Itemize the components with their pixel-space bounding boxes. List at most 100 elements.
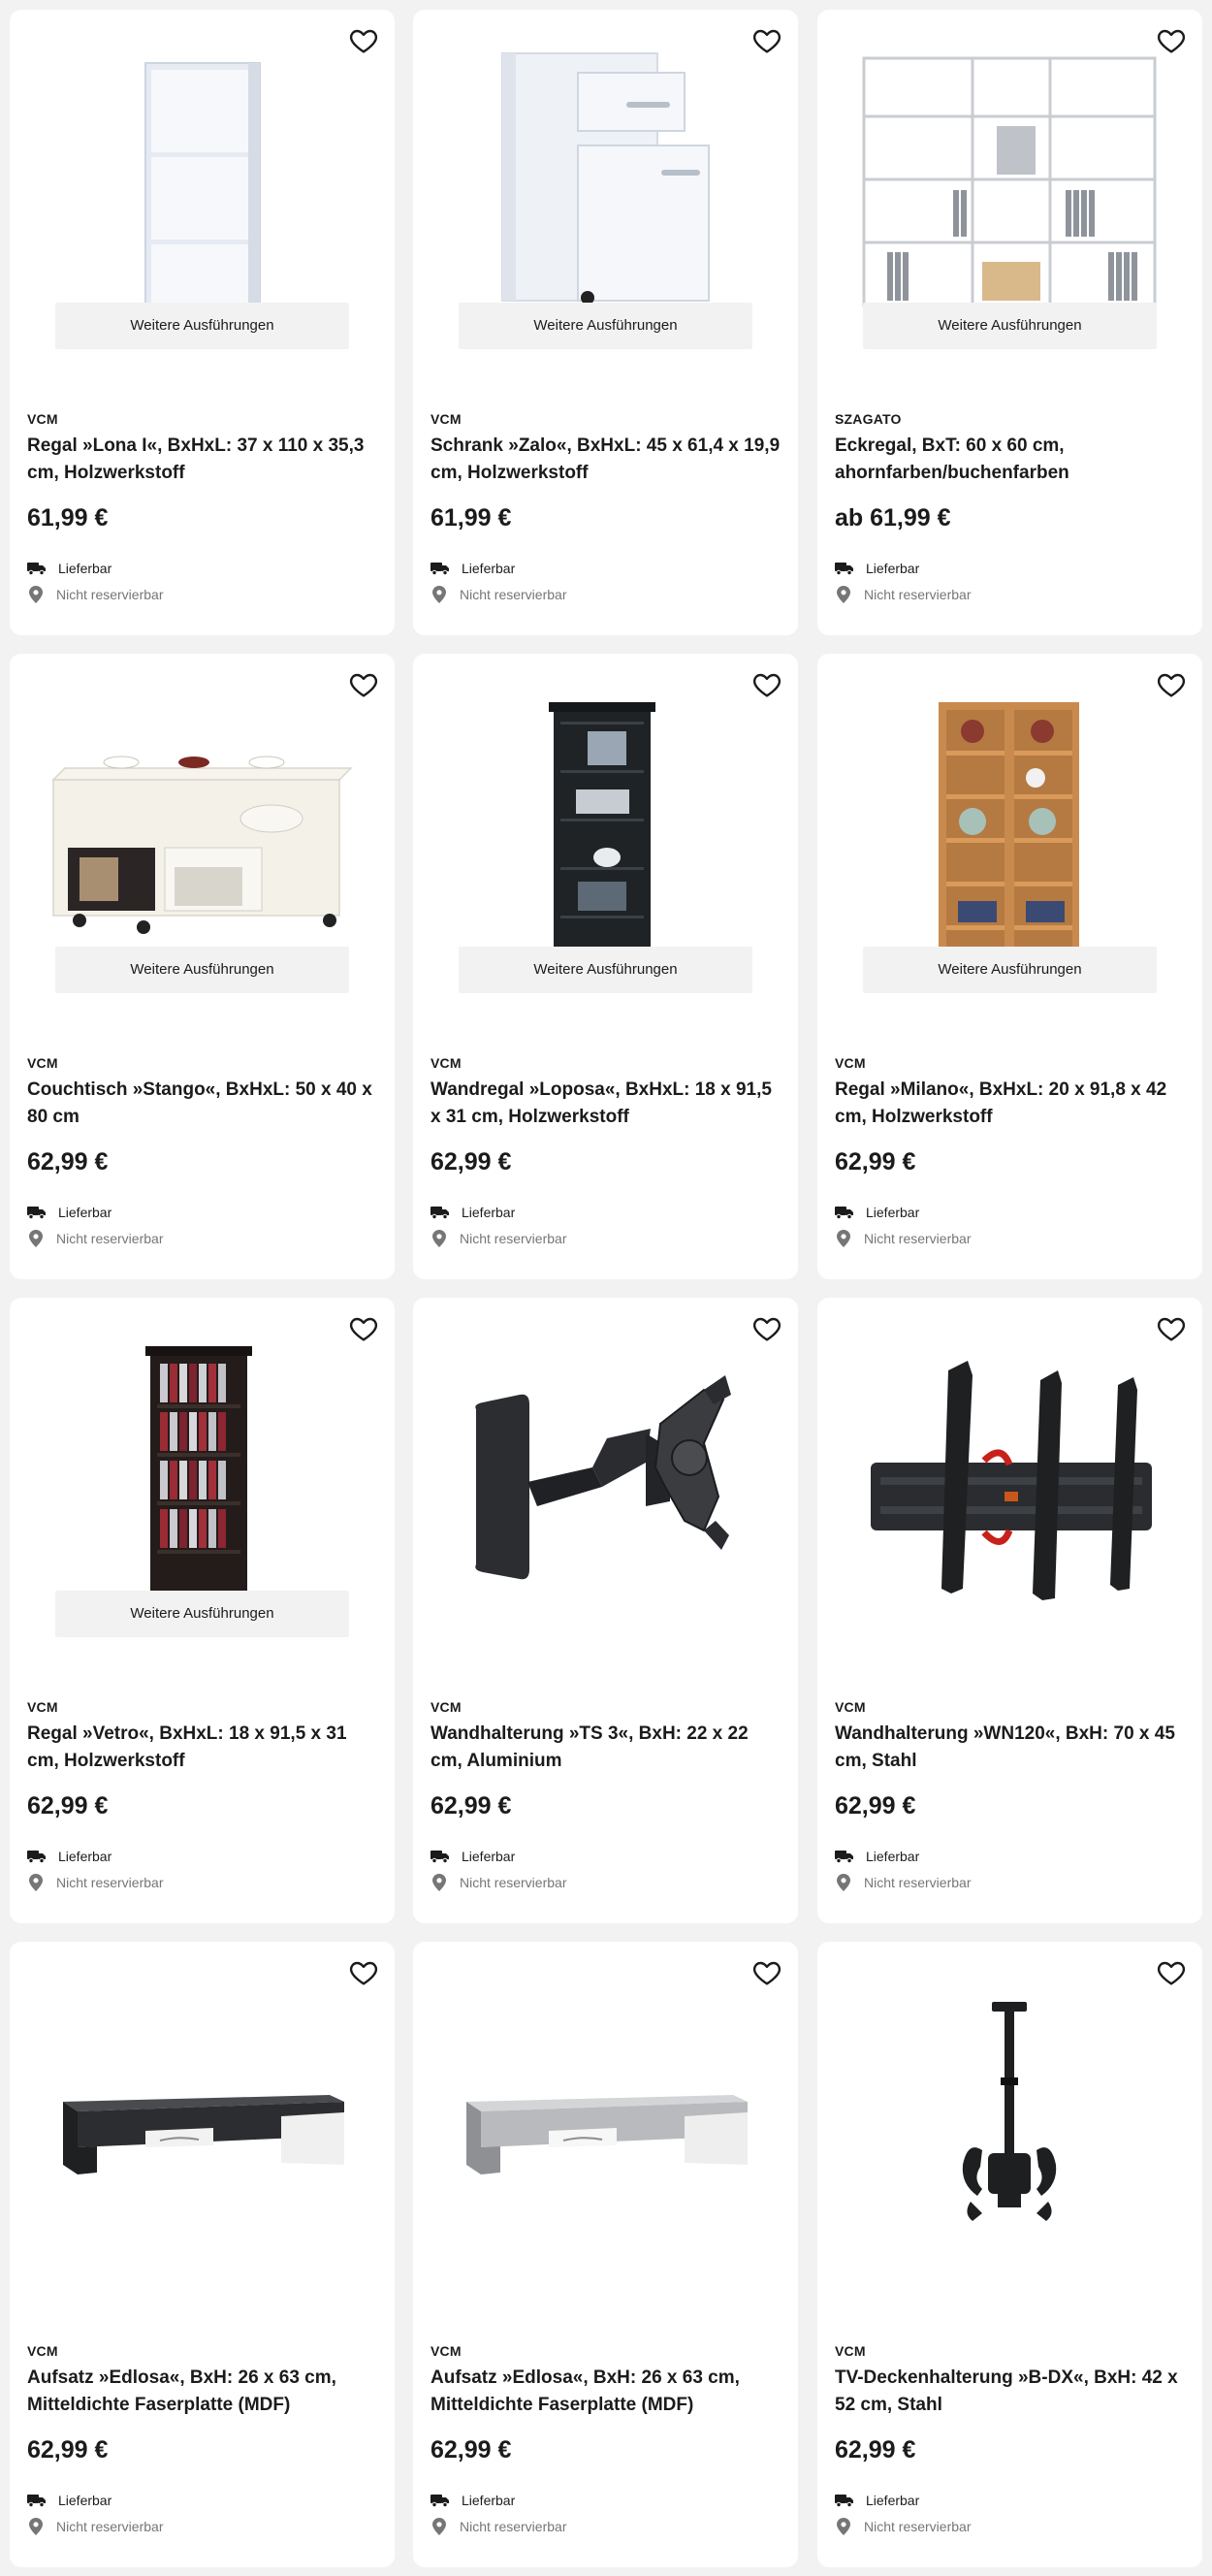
product-card[interactable]: Weitere Ausführungen SZAGATO Eckregal, B… xyxy=(817,10,1202,635)
delivery-label: Lieferbar xyxy=(462,2493,516,2508)
delivery-status: Lieferbar xyxy=(431,1845,515,1868)
product-card[interactable]: VCM Wandhalterung »WN120«, BxH: 70 x 45 … xyxy=(817,1298,1202,1923)
product-card[interactable]: Weitere Ausführungen VCM Couchtisch »Sta… xyxy=(10,654,395,1279)
product-title[interactable]: TV-Deckenhalterung »B-DX«, BxH: 42 x 52 … xyxy=(835,2365,1189,2419)
heart-outline-icon[interactable] xyxy=(751,1313,782,1344)
product-image[interactable] xyxy=(817,1298,1202,1608)
product-title[interactable]: Regal »Lona I«, BxHxL: 37 x 110 x 35,3 c… xyxy=(27,433,381,487)
delivery-status: Lieferbar xyxy=(835,1845,919,1868)
product-title[interactable]: Regal »Vetro«, BxHxL: 18 x 91,5 x 31 cm,… xyxy=(27,1721,381,1775)
product-image[interactable] xyxy=(817,654,1202,964)
truck-icon xyxy=(431,1851,449,1863)
product-title[interactable]: Aufsatz »Edlosa«, BxH: 26 x 63 cm, Mitte… xyxy=(431,2365,784,2419)
product-image[interactable] xyxy=(413,1298,798,1608)
product-card[interactable]: VCM Aufsatz »Edlosa«, BxH: 26 x 63 cm, M… xyxy=(10,1942,395,2567)
product-brand: VCM xyxy=(431,1055,462,1071)
heart-outline-icon[interactable] xyxy=(751,1957,782,1988)
product-brand: VCM xyxy=(835,2343,866,2359)
reserve-label: Nicht reservierbar xyxy=(864,587,972,602)
product-title[interactable]: Schrank »Zalo«, BxHxL: 45 x 61,4 x 19,9 … xyxy=(431,433,784,487)
reservation-status: Nicht reservierbar xyxy=(27,583,163,606)
product-image[interactable] xyxy=(817,1942,1202,2252)
delivery-label: Lieferbar xyxy=(866,1205,920,1220)
heart-outline-icon[interactable] xyxy=(348,1957,379,1988)
product-card[interactable]: Weitere Ausführungen VCM Regal »Milano«,… xyxy=(817,654,1202,1279)
location-pin-icon xyxy=(432,1230,446,1247)
product-card[interactable]: VCM Wandhalterung »TS 3«, BxH: 22 x 22 c… xyxy=(413,1298,798,1923)
heart-outline-icon[interactable] xyxy=(751,25,782,56)
location-pin-icon xyxy=(29,2518,43,2535)
product-image[interactable] xyxy=(10,654,395,964)
reservation-status: Nicht reservierbar xyxy=(835,583,971,606)
delivery-status: Lieferbar xyxy=(27,557,112,580)
product-card[interactable]: Weitere Ausführungen VCM Regal »Vetro«, … xyxy=(10,1298,395,1923)
product-card[interactable]: VCM TV-Deckenhalterung »B-DX«, BxH: 42 x… xyxy=(817,1942,1202,2567)
more-variants-button[interactable]: Weitere Ausführungen xyxy=(459,947,752,993)
more-variants-button[interactable]: Weitere Ausführungen xyxy=(863,303,1157,349)
heart-outline-icon[interactable] xyxy=(1156,25,1187,56)
delivery-label: Lieferbar xyxy=(866,561,920,576)
delivery-label: Lieferbar xyxy=(58,1205,112,1220)
product-image[interactable] xyxy=(413,1942,798,2252)
product-card[interactable]: Weitere Ausführungen VCM Schrank »Zalo«,… xyxy=(413,10,798,635)
truck-icon xyxy=(431,1207,449,1219)
product-price: 62,99 € xyxy=(431,1148,512,1175)
delivery-status: Lieferbar xyxy=(431,557,515,580)
reservation-status: Nicht reservierbar xyxy=(835,2515,971,2538)
product-price: 61,99 € xyxy=(431,504,512,531)
product-card[interactable]: Weitere Ausführungen VCM Wandregal »Lopo… xyxy=(413,654,798,1279)
more-variants-button[interactable]: Weitere Ausführungen xyxy=(459,303,752,349)
product-image[interactable] xyxy=(817,10,1202,320)
truck-icon xyxy=(27,2495,46,2507)
product-image[interactable] xyxy=(413,10,798,320)
reservation-status: Nicht reservierbar xyxy=(431,1227,566,1250)
product-image[interactable] xyxy=(413,654,798,964)
truck-icon xyxy=(27,1851,46,1863)
delivery-status: Lieferbar xyxy=(27,1201,112,1224)
truck-icon xyxy=(431,2495,449,2507)
heart-outline-icon[interactable] xyxy=(751,669,782,700)
heart-outline-icon[interactable] xyxy=(348,25,379,56)
product-price: 62,99 € xyxy=(431,1792,512,1819)
product-price: ab 61,99 € xyxy=(835,504,951,531)
heart-outline-icon[interactable] xyxy=(1156,1313,1187,1344)
product-title[interactable]: Wandhalterung »TS 3«, BxH: 22 x 22 cm, A… xyxy=(431,1721,784,1775)
truck-icon xyxy=(835,2495,853,2507)
reservation-status: Nicht reservierbar xyxy=(431,1871,566,1894)
more-variants-button[interactable]: Weitere Ausführungen xyxy=(55,947,349,993)
reserve-label: Nicht reservierbar xyxy=(460,2519,567,2534)
product-brand: VCM xyxy=(27,1055,58,1071)
product-card[interactable]: VCM Aufsatz »Edlosa«, BxH: 26 x 63 cm, M… xyxy=(413,1942,798,2567)
product-title[interactable]: Aufsatz »Edlosa«, BxH: 26 x 63 cm, Mitte… xyxy=(27,2365,381,2419)
heart-outline-icon[interactable] xyxy=(1156,669,1187,700)
product-brand: VCM xyxy=(835,1055,866,1071)
product-title[interactable]: Eckregal, BxT: 60 x 60 cm, ahornfarben/b… xyxy=(835,433,1189,487)
product-title[interactable]: Wandhalterung »WN120«, BxH: 70 x 45 cm, … xyxy=(835,1721,1189,1775)
location-pin-icon xyxy=(432,1874,446,1891)
product-title[interactable]: Couchtisch »Stango«, BxHxL: 50 x 40 x 80… xyxy=(27,1077,381,1131)
truck-icon xyxy=(27,563,46,575)
reserve-label: Nicht reservierbar xyxy=(460,1231,567,1246)
product-image[interactable] xyxy=(10,1942,395,2252)
heart-outline-icon[interactable] xyxy=(348,669,379,700)
product-image[interactable] xyxy=(10,10,395,320)
product-brand: VCM xyxy=(431,2343,462,2359)
product-title[interactable]: Regal »Milano«, BxHxL: 20 x 91,8 x 42 cm… xyxy=(835,1077,1189,1131)
product-card[interactable]: Weitere Ausführungen VCM Regal »Lona I«,… xyxy=(10,10,395,635)
reservation-status: Nicht reservierbar xyxy=(431,583,566,606)
more-variants-button[interactable]: Weitere Ausführungen xyxy=(55,303,349,349)
delivery-label: Lieferbar xyxy=(462,561,516,576)
product-price: 62,99 € xyxy=(27,1792,109,1819)
product-image[interactable] xyxy=(10,1298,395,1608)
product-brand: VCM xyxy=(27,411,58,427)
heart-outline-icon[interactable] xyxy=(1156,1957,1187,1988)
product-title[interactable]: Wandregal »Loposa«, BxHxL: 18 x 91,5 x 3… xyxy=(431,1077,784,1131)
location-pin-icon xyxy=(837,1874,850,1891)
delivery-label: Lieferbar xyxy=(462,1849,516,1864)
more-variants-button[interactable]: Weitere Ausführungen xyxy=(863,947,1157,993)
reserve-label: Nicht reservierbar xyxy=(56,2519,164,2534)
more-variants-button[interactable]: Weitere Ausführungen xyxy=(55,1591,349,1637)
reservation-status: Nicht reservierbar xyxy=(835,1227,971,1250)
reservation-status: Nicht reservierbar xyxy=(27,1227,163,1250)
heart-outline-icon[interactable] xyxy=(348,1313,379,1344)
